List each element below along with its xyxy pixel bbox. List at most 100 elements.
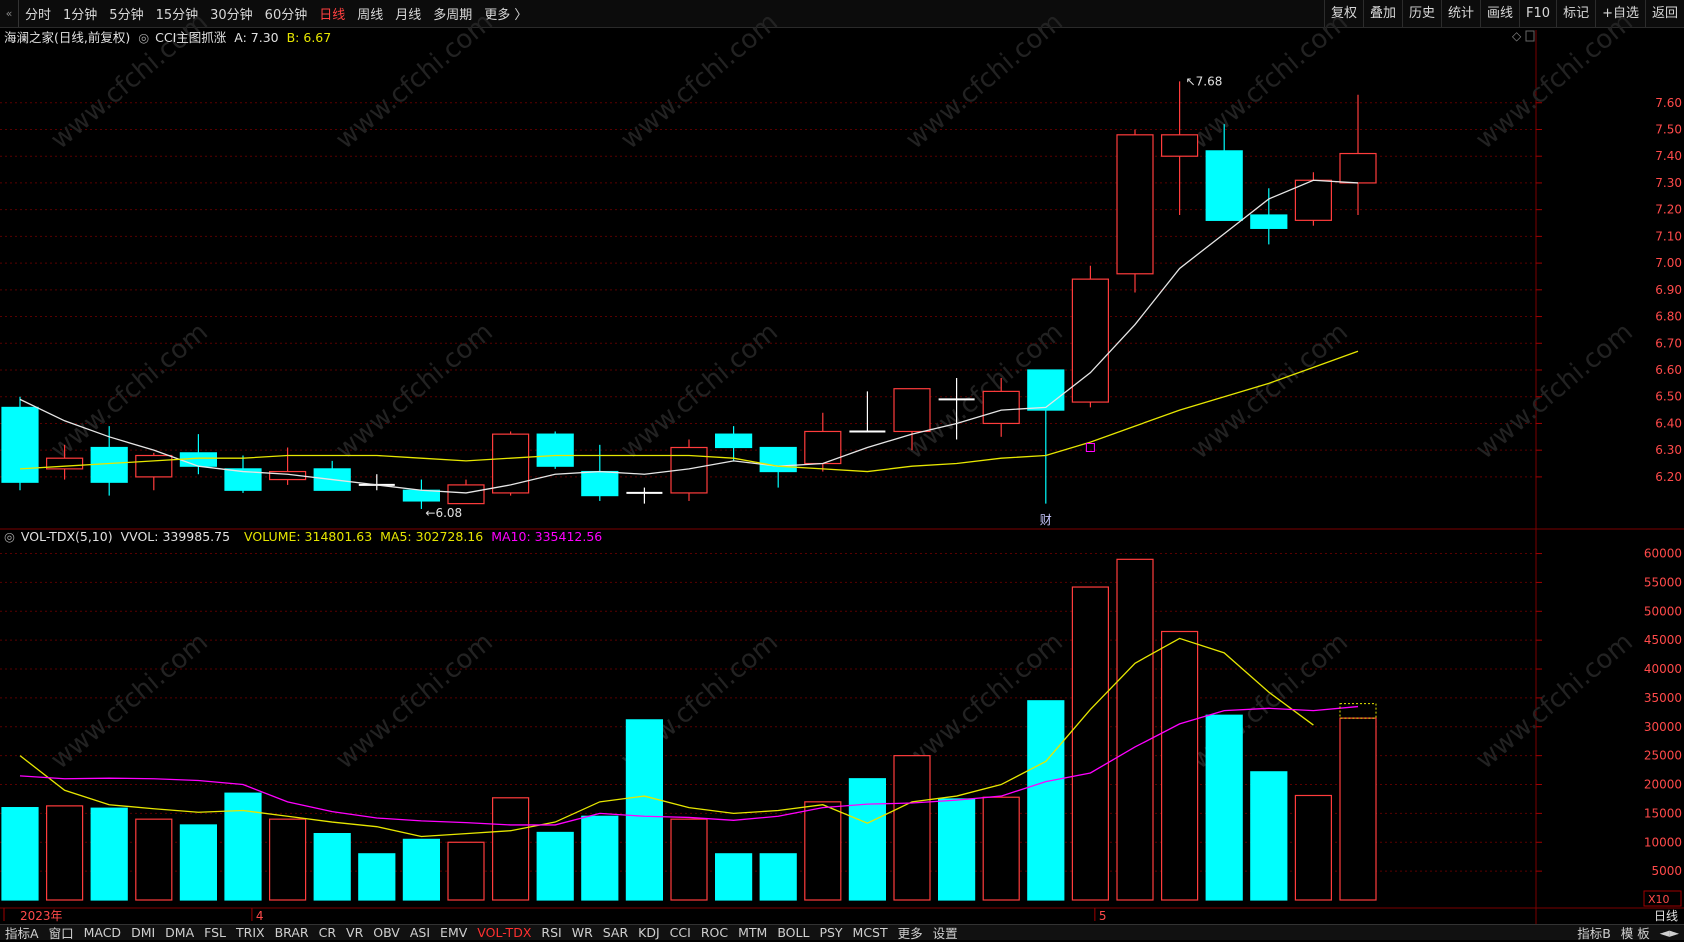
candle	[626, 487, 663, 504]
main-indicator-info: 海澜之家(日线,前复权) ◎ CCI主图抓涨 A: 7.30 B: 6.67	[4, 27, 335, 46]
candle	[224, 455, 262, 493]
volume-bar	[714, 853, 753, 901]
price-tick-label: 7.40	[1655, 149, 1682, 163]
tab-cci[interactable]: CCI	[665, 925, 696, 940]
gear-icon[interactable]: ◎	[138, 30, 149, 45]
tab-macd[interactable]: MACD	[79, 925, 126, 940]
tab-template[interactable]: 模 板	[1616, 923, 1655, 942]
volume-bar	[1160, 630, 1199, 901]
candle	[536, 431, 574, 469]
volume-bar	[1027, 700, 1065, 901]
tab-asi[interactable]: ASI	[405, 925, 435, 940]
volume-tick-label: 60000	[1644, 547, 1682, 561]
volume-tick-label: 35000	[1644, 691, 1682, 705]
tab-cr[interactable]: CR	[314, 925, 341, 940]
diamond-icon: ◇	[1512, 29, 1522, 43]
price-tick-label: 7.60	[1655, 96, 1682, 110]
tab-more-indicators[interactable]: 更多	[893, 923, 928, 942]
indicator-tabs-bar: 指标A 窗口 MACD DMI DMA FSL TRIX BRAR CR VR …	[0, 923, 1684, 942]
volume-bar	[1250, 771, 1288, 901]
volume-bar	[179, 824, 217, 901]
candle	[1027, 369, 1065, 504]
volume-bar	[1116, 558, 1154, 901]
watermark-text: www.cfchi.com	[45, 627, 214, 775]
tab-roc[interactable]: ROC	[696, 925, 733, 940]
volume-tick-label: 25000	[1644, 749, 1682, 763]
kline-chart[interactable]: www.cfchi.com www.cfchi.com www.cfchi.com w…	[0, 0, 1684, 924]
watermark-text: www.cfchi.com	[330, 627, 499, 775]
tab-vol-tdx[interactable]: VOL-TDX	[472, 925, 536, 940]
volume-scale-tag: X10	[1648, 893, 1670, 906]
price-tick-label: 7.20	[1655, 203, 1682, 217]
tab-indicator-b[interactable]: 指标B	[1572, 923, 1616, 942]
tab-emv[interactable]: EMV	[435, 925, 472, 940]
candle	[358, 474, 395, 491]
volume-bar	[224, 792, 262, 901]
tab-mtm[interactable]: MTM	[733, 925, 772, 940]
candle-body	[1250, 214, 1288, 229]
candle-body	[402, 489, 440, 502]
watermark-text: www.cfchi.com	[330, 7, 499, 155]
volume-tick-label: 20000	[1644, 778, 1682, 792]
date-label: 2023年	[20, 909, 63, 923]
price-tick-label: 6.60	[1655, 363, 1682, 377]
price-tick-label: 6.30	[1655, 443, 1682, 457]
tab-indicator-a[interactable]: 指标A	[0, 923, 44, 942]
scroll-right-icon[interactable]: ◄►	[1655, 925, 1684, 940]
price-tick-label: 6.90	[1655, 283, 1682, 297]
gear-icon[interactable]: ◎	[4, 529, 15, 544]
tab-dma[interactable]: DMA	[160, 925, 199, 940]
tab-fsl[interactable]: FSL	[199, 925, 231, 940]
tab-boll[interactable]: BOLL	[772, 925, 814, 940]
volume-bar	[1339, 717, 1377, 901]
volume-bar	[982, 796, 1020, 901]
candle-body	[135, 454, 173, 478]
tab-settings[interactable]: 设置	[928, 923, 963, 942]
tab-vr[interactable]: VR	[341, 925, 368, 940]
price-tick-label: 6.20	[1655, 470, 1682, 484]
watermark-text: www.cfchi.com	[330, 317, 499, 465]
candle-body	[1205, 150, 1243, 221]
tab-brar[interactable]: BRAR	[270, 925, 314, 940]
tab-trix[interactable]: TRIX	[231, 925, 270, 940]
candle-body	[1116, 134, 1154, 275]
tab-obv[interactable]: OBV	[368, 925, 405, 940]
price-tick-label: 7.50	[1655, 122, 1682, 136]
candle-body	[1071, 278, 1110, 403]
candle-body	[1294, 179, 1333, 221]
price-tick-label: 7.30	[1655, 176, 1682, 190]
tab-window[interactable]: 窗口	[44, 923, 79, 942]
price-tick-label: 6.50	[1655, 390, 1682, 404]
volume-indicator-info: ◎ VOL-TDX(5,10) VVOL: 339985.75 VOLUME: …	[4, 529, 606, 544]
tab-rsi[interactable]: RSI	[536, 925, 566, 940]
candle-body	[1027, 369, 1065, 411]
volume-tick-label: 5000	[1651, 864, 1682, 878]
candle-body	[492, 433, 530, 494]
ma10-value: MA10: 335412.56	[491, 529, 603, 544]
watermark-text: www.cfchi.com	[1470, 627, 1639, 775]
watermark: www.cfchi.com www.cfchi.com www.cfchi.com w…	[45, 7, 1639, 775]
volume-bar	[45, 805, 84, 901]
candle	[849, 391, 886, 433]
volume-bar	[848, 778, 887, 901]
vol-indicator-name: VOL-TDX(5,10)	[20, 529, 113, 544]
candle	[492, 431, 530, 496]
tab-kdj[interactable]: KDJ	[633, 925, 665, 940]
candle	[135, 452, 173, 491]
candle	[804, 412, 842, 472]
volume-bar	[536, 831, 574, 901]
tab-dmi[interactable]: DMI	[126, 925, 160, 940]
tab-mcst[interactable]: MCST	[848, 925, 893, 940]
date-label: 5	[1099, 909, 1107, 923]
candle-body	[581, 470, 619, 497]
price-tick-label: 6.40	[1655, 416, 1682, 430]
indicator-name: CCI主图抓涨	[155, 30, 227, 45]
volume-tick-label: 15000	[1644, 806, 1682, 820]
volume-bar	[893, 755, 931, 901]
ma5-value: MA5: 302728.16	[380, 529, 484, 544]
tab-wr[interactable]: WR	[567, 925, 598, 940]
tab-psy[interactable]: PSY	[814, 925, 847, 940]
volume-tick-label: 45000	[1644, 633, 1682, 647]
tab-sar[interactable]: SAR	[598, 925, 633, 940]
watermark-text: www.cfchi.com	[1185, 317, 1354, 465]
